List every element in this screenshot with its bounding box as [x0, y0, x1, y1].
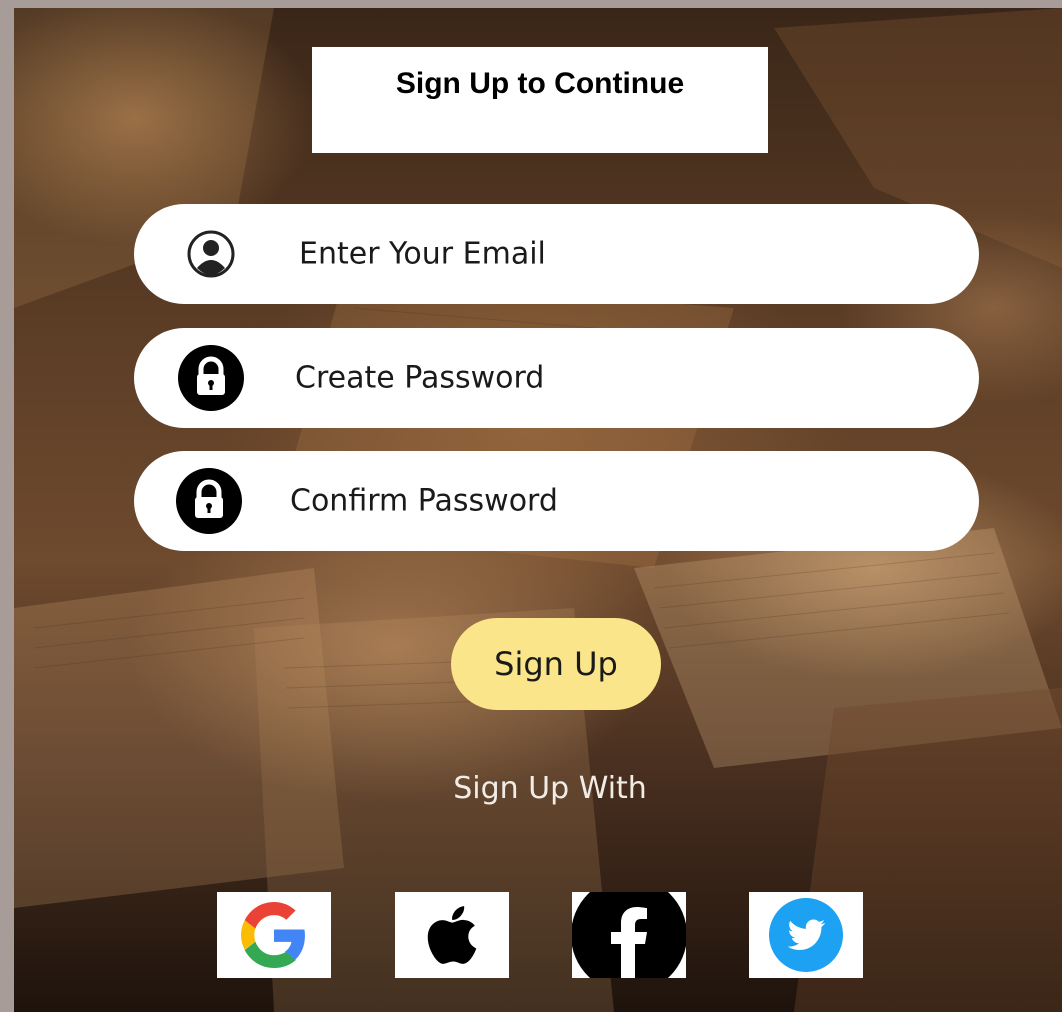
lock-icon: [176, 468, 242, 534]
user-icon: [187, 230, 235, 278]
title-card: Sign Up to Continue: [312, 47, 768, 153]
apple-icon: [427, 906, 477, 964]
page-title: Sign Up to Continue: [395, 67, 685, 100]
signup-page: Sign Up to Continue Enter Your Email Cre…: [14, 8, 1062, 1012]
google-icon: [241, 902, 305, 968]
confirm-password-field[interactable]: Confirm Password: [134, 451, 979, 551]
email-placeholder: Enter Your Email: [299, 236, 546, 272]
facebook-signup-button[interactable]: [572, 892, 686, 978]
twitter-icon: [769, 898, 843, 972]
twitter-signup-button[interactable]: [749, 892, 863, 978]
signup-button[interactable]: Sign Up: [451, 618, 661, 710]
email-field[interactable]: Enter Your Email: [134, 204, 979, 304]
google-signup-button[interactable]: [217, 892, 331, 978]
confirm-password-placeholder: Confirm Password: [290, 483, 558, 519]
create-password-field[interactable]: Create Password: [134, 328, 979, 428]
lock-icon: [178, 345, 244, 411]
apple-signup-button[interactable]: [395, 892, 509, 978]
create-password-placeholder: Create Password: [295, 360, 545, 396]
signup-with-label: Sign Up With: [453, 771, 647, 806]
facebook-icon: [572, 892, 686, 978]
